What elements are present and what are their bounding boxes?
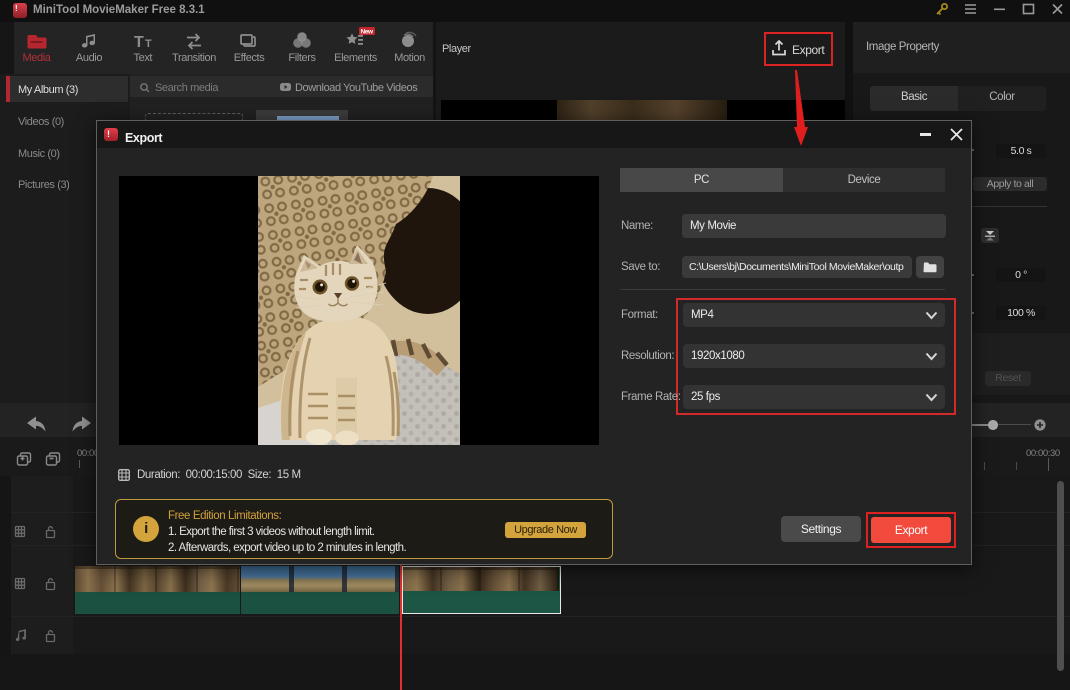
svg-text:Effects: Effects <box>234 52 266 64</box>
svg-text:Elements: Elements <box>334 52 378 64</box>
svg-text:Audio: Audio <box>76 52 102 64</box>
svg-text:Media: Media <box>23 52 52 64</box>
svg-text:New: New <box>361 29 375 36</box>
svg-text:Motion: Motion <box>394 52 425 64</box>
svg-text:Text: Text <box>134 52 153 64</box>
svg-text:Transition: Transition <box>172 52 216 64</box>
svg-text:T: T <box>134 34 144 51</box>
svg-text:T: T <box>145 38 152 50</box>
svg-text:Filters: Filters <box>288 52 316 64</box>
